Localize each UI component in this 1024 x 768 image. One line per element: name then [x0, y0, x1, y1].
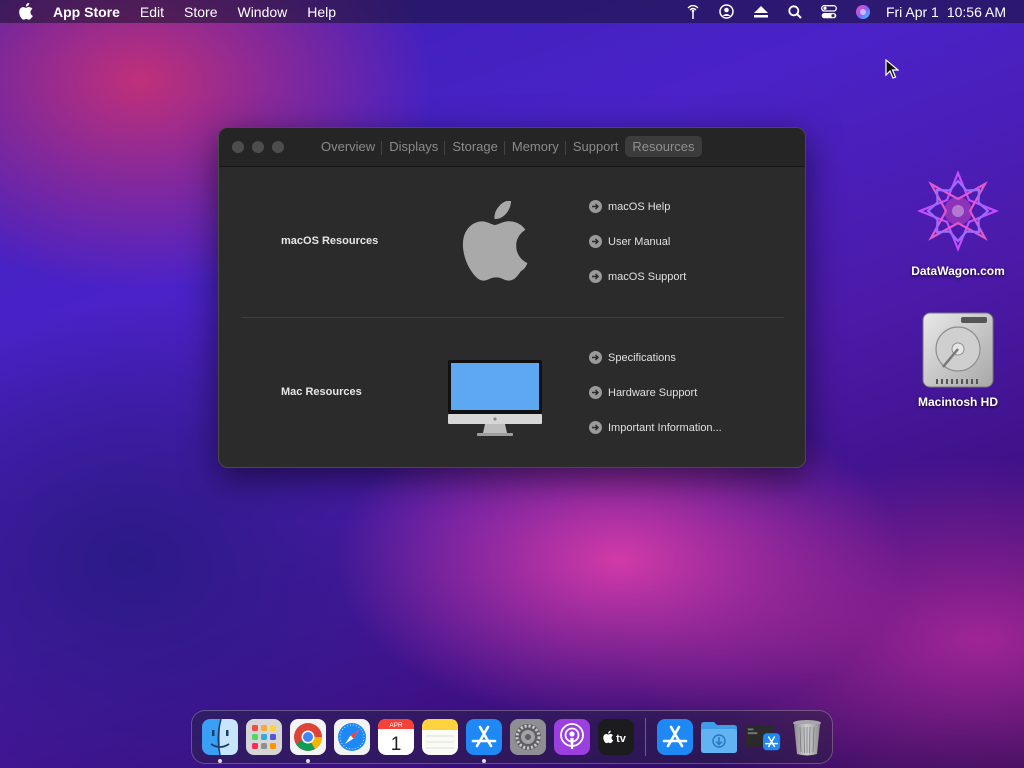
- notes-icon: [422, 719, 458, 755]
- dock-trash[interactable]: [788, 718, 826, 756]
- hard-drive-icon: [922, 312, 994, 388]
- running-indicator: [482, 759, 486, 763]
- link-label: Specifications: [608, 351, 676, 364]
- tab-storage[interactable]: Storage: [444, 136, 505, 157]
- link-label: Hardware Support: [608, 386, 698, 399]
- menu-window[interactable]: Window: [237, 4, 287, 20]
- link-hardware-support[interactable]: Hardware Support: [589, 375, 722, 410]
- link-specifications[interactable]: Specifications: [589, 340, 722, 375]
- link-user-manual[interactable]: User Manual: [589, 224, 686, 259]
- tab-memory[interactable]: Memory: [503, 136, 566, 157]
- launchpad-icon: [246, 719, 282, 755]
- menu-bar: App Store Edit Store Window Help Fri Apr…: [0, 0, 1024, 23]
- calendar-day: 1: [391, 734, 402, 755]
- mouse-cursor-icon: [885, 59, 899, 79]
- app-store-icon: [466, 719, 502, 755]
- dock-apple-tv[interactable]: tv: [597, 718, 635, 756]
- chrome-icon: [290, 719, 326, 755]
- user-icon[interactable]: [718, 4, 736, 20]
- dock-podcasts[interactable]: [553, 718, 591, 756]
- running-indicator: [218, 759, 222, 763]
- desktop-icon-datawagon[interactable]: DataWagon.com: [903, 168, 1013, 278]
- apple-tv-label: tv: [616, 733, 627, 745]
- dock-calendar[interactable]: APR 1: [377, 718, 415, 756]
- gear-icon: [510, 719, 546, 755]
- dock-separator: [645, 718, 646, 756]
- calendar-icon: APR 1: [378, 719, 414, 755]
- arrow-right-icon: [589, 270, 602, 283]
- tab-resources[interactable]: Resources: [625, 136, 702, 157]
- menu-app-name[interactable]: App Store: [53, 4, 120, 20]
- dock-notes[interactable]: [421, 718, 459, 756]
- menu-help[interactable]: Help: [307, 4, 336, 20]
- apple-tv-icon: tv: [598, 719, 634, 755]
- imac-icon: [448, 360, 542, 436]
- section-title-mac-resources: Mac Resources: [281, 386, 362, 398]
- link-macos-help[interactable]: macOS Help: [589, 189, 686, 224]
- menu-store[interactable]: Store: [184, 4, 217, 20]
- clock-date: Fri Apr 1: [885, 3, 939, 20]
- safari-icon: [334, 719, 370, 755]
- dock-system-preferences[interactable]: [509, 718, 547, 756]
- arrow-right-icon: [589, 235, 602, 248]
- section-divider: [241, 317, 784, 318]
- datawagon-star-icon: [917, 170, 999, 252]
- search-icon[interactable]: [786, 4, 804, 20]
- desktop-icon-label: Macintosh HD: [917, 395, 998, 409]
- control-center-icon[interactable]: [820, 4, 838, 20]
- zoom-button[interactable]: [272, 141, 284, 153]
- apple-menu-icon[interactable]: [18, 3, 34, 20]
- calendar-month: APR: [389, 722, 403, 729]
- arrow-right-icon: [589, 386, 602, 399]
- eject-icon[interactable]: [752, 4, 770, 20]
- macos-links: macOS Help User Manual macOS Support: [589, 189, 686, 294]
- clock-time: 10:56 AM: [946, 3, 1006, 20]
- app-store-icon: [657, 719, 693, 755]
- tab-displays[interactable]: Displays: [381, 136, 445, 157]
- mac-links: Specifications Hardware Support Importan…: [589, 340, 722, 445]
- menu-clock[interactable]: Fri Apr 1 10:56 AM: [886, 4, 1006, 20]
- traffic-lights: [232, 141, 292, 153]
- link-macos-support[interactable]: macOS Support: [589, 259, 686, 294]
- close-button[interactable]: [232, 141, 244, 153]
- dock: APR 1 tv: [191, 710, 833, 764]
- minimize-button[interactable]: [252, 141, 264, 153]
- wifi-antenna-icon[interactable]: [684, 4, 702, 20]
- about-this-mac-window: Overview Displays Storage Memory Support…: [218, 127, 806, 468]
- link-label: Important Information...: [608, 421, 722, 434]
- arrow-right-icon: [589, 200, 602, 213]
- link-label: User Manual: [608, 235, 671, 248]
- apple-logo-icon: [462, 201, 528, 281]
- dock-downloads-folder[interactable]: [700, 718, 738, 756]
- dock-app-store[interactable]: [465, 718, 503, 763]
- link-label: macOS Support: [608, 270, 687, 283]
- tab-overview[interactable]: Overview: [314, 136, 382, 157]
- siri-icon[interactable]: [854, 4, 872, 20]
- dock-launchpad[interactable]: [245, 718, 283, 756]
- section-title-macos-resources: macOS Resources: [281, 235, 379, 247]
- running-indicator: [306, 759, 310, 763]
- installer-stack-icon: [744, 725, 781, 751]
- finder-icon: [202, 719, 238, 755]
- dock-safari[interactable]: [333, 718, 371, 756]
- podcasts-icon: [554, 719, 590, 755]
- arrow-right-icon: [589, 421, 602, 434]
- dock-installer-stack[interactable]: [744, 718, 782, 756]
- dock-finder[interactable]: [201, 718, 239, 763]
- tab-bar: Overview Displays Storage Memory Support…: [314, 136, 702, 157]
- tab-support[interactable]: Support: [564, 136, 626, 157]
- arrow-right-icon: [589, 351, 602, 364]
- downloads-folder-icon: [701, 722, 737, 753]
- window-titlebar[interactable]: Overview Displays Storage Memory Support…: [219, 128, 805, 167]
- menu-edit[interactable]: Edit: [140, 4, 164, 20]
- desktop-icon-label: DataWagon.com: [911, 264, 1005, 278]
- desktop-icon-macintosh-hd[interactable]: Macintosh HD: [903, 311, 1013, 409]
- link-label: macOS Help: [608, 200, 671, 213]
- trash-icon: [793, 720, 821, 756]
- dock-app-store-installer[interactable]: [656, 718, 694, 756]
- link-important-information[interactable]: Important Information...: [589, 410, 722, 445]
- dock-chrome[interactable]: [289, 718, 327, 763]
